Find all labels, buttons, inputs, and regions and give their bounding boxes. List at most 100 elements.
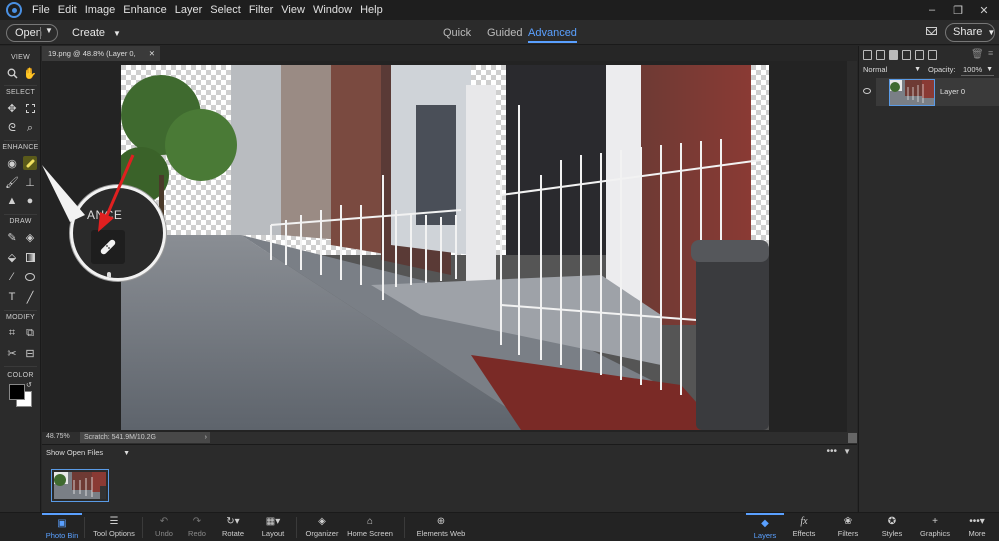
filters-label: Filters (837, 529, 859, 538)
create-button[interactable]: Create ▼ (72, 24, 121, 42)
close-tab-icon[interactable]: ✕ (149, 46, 155, 61)
hand-tool-icon[interactable]: ✋ (23, 66, 37, 80)
menu-enhance[interactable]: Enhance (119, 0, 170, 20)
paint-bucket-icon[interactable]: ⬙ (5, 250, 19, 264)
filters-button[interactable]: ❀ Filters (834, 513, 862, 541)
menu-view[interactable]: View (277, 0, 309, 20)
layer-thumbnail[interactable] (889, 79, 935, 106)
organizer-button[interactable]: ◈ Organizer (304, 513, 340, 541)
bottom-divider (404, 517, 405, 538)
adjustment-layer-icon[interactable] (889, 50, 898, 60)
share-button[interactable]: Share ▼ (945, 23, 995, 42)
eraser-tool-icon[interactable]: ◈ (23, 230, 37, 244)
scratch-info[interactable]: Scratch: 541.9M/10.2G › (80, 432, 210, 443)
menu-help[interactable]: Help (356, 0, 387, 20)
blend-mode-select[interactable]: Normal ▼ (863, 64, 921, 76)
home-screen-label: Home Screen (347, 529, 393, 538)
redo-label: Redo (188, 529, 206, 538)
minimize-button[interactable]: – (921, 2, 943, 18)
tab-quick[interactable]: Quick (443, 23, 471, 43)
marquee-tool-icon[interactable] (23, 101, 37, 115)
type-tool-icon[interactable]: T (5, 290, 19, 304)
smart-brush-icon[interactable]: 🖌 (5, 175, 19, 189)
tool-options-button[interactable]: ☰ Tool Options (90, 513, 138, 541)
chevron-down-icon: ▼ (123, 450, 131, 457)
horizontal-scroll-thumb[interactable] (848, 433, 857, 443)
layer-mask-icon[interactable] (902, 50, 911, 60)
recompose-tool-icon[interactable]: ⧉ (23, 326, 37, 340)
lasso-tool-icon[interactable]: ᘓ (5, 121, 19, 135)
delete-layer-icon[interactable]: 🗑 (971, 49, 984, 60)
zoom-level[interactable]: 48.75% (46, 433, 70, 440)
foreground-color-swatch[interactable] (9, 384, 25, 400)
home-icon: ⌂ (366, 516, 374, 527)
crop-tool-icon[interactable]: ⌗ (5, 326, 19, 340)
tool-options-label: Tool Options (93, 529, 135, 538)
layout-icon: ▦▾ (265, 516, 281, 527)
rotate-button[interactable]: ↻▾ Rotate (218, 513, 248, 541)
undo-label: Undo (155, 529, 173, 538)
collapse-bin-icon[interactable]: ▼ (843, 447, 851, 456)
effects-button[interactable]: fx Effects (790, 513, 818, 541)
layer-row[interactable]: Layer 0 (859, 78, 999, 106)
tab-guided[interactable]: Guided (487, 23, 522, 43)
elements-web-button[interactable]: ⊕ Elements Web (416, 513, 466, 541)
shape-tool-icon[interactable] (23, 270, 37, 284)
layout-button[interactable]: ▦▾ Layout (258, 513, 288, 541)
open-button[interactable]: Open ▼ (6, 24, 58, 42)
opacity-field[interactable]: 100% ▼ (961, 63, 994, 76)
panel-menu-icon[interactable]: ≡ (988, 48, 993, 58)
menu-filter[interactable]: Filter (245, 0, 277, 20)
sharpen-tool-icon[interactable]: ▲ (5, 194, 19, 208)
quick-selection-tool-icon[interactable]: ⌕ (23, 121, 37, 135)
gradient-tool-icon[interactable] (23, 250, 37, 264)
tab-advanced[interactable]: Advanced (528, 23, 577, 43)
home-screen-button[interactable]: ⌂ Home Screen (346, 513, 394, 541)
lock-transparency-icon[interactable] (928, 50, 937, 60)
mail-icon[interactable] (926, 27, 937, 35)
brush-tool-icon[interactable]: ✎ (5, 230, 19, 244)
menu-layer[interactable]: Layer (171, 0, 207, 20)
menu-edit[interactable]: Edit (54, 0, 81, 20)
layers-button[interactable]: ◆ Layers (746, 513, 784, 541)
pencil-tool-icon[interactable]: ╱ (23, 290, 37, 304)
content-aware-move-icon[interactable]: ✂ (5, 346, 19, 360)
menu-window[interactable]: Window (309, 0, 356, 20)
more-options-icon[interactable]: ••• (826, 446, 837, 457)
toolbox-divider (4, 310, 37, 311)
redo-icon: ↷ (192, 516, 202, 527)
menu-image[interactable]: Image (81, 0, 120, 20)
tool-options-icon: ☰ (109, 516, 119, 527)
redo-button[interactable]: ↷ Redo (184, 513, 210, 541)
lock-all-icon[interactable] (915, 50, 924, 60)
new-layer-icon[interactable] (863, 50, 872, 60)
red-eye-tool-icon[interactable]: ◉ (5, 156, 19, 170)
straighten-tool-icon[interactable]: ⊟ (23, 346, 37, 360)
swap-colors-icon[interactable]: ↺ (26, 381, 32, 389)
bottom-divider (296, 517, 297, 538)
restore-button[interactable]: ❐ (947, 2, 969, 18)
zoom-tool-icon[interactable] (5, 66, 19, 80)
move-tool-icon[interactable]: ✥ (5, 101, 19, 115)
open-file-thumbnail[interactable] (51, 469, 109, 502)
new-group-icon[interactable] (876, 50, 885, 60)
eyedropper-icon[interactable]: ⁄ (5, 270, 19, 284)
show-open-files-dropdown[interactable]: Show Open Files ▼ (46, 448, 130, 457)
more-button[interactable]: •••▾ More (964, 513, 990, 541)
filters-icon: ❀ (843, 516, 853, 527)
styles-icon: ✪ (887, 516, 897, 527)
menu-select[interactable]: Select (206, 0, 245, 20)
undo-button[interactable]: ↶ Undo (150, 513, 178, 541)
document-image[interactable] (121, 65, 769, 430)
effects-label: Effects (792, 529, 816, 538)
menu-file[interactable]: File (28, 0, 54, 20)
graphics-button[interactable]: + Graphics (918, 513, 952, 541)
close-button[interactable]: ✕ (973, 2, 995, 18)
document-tab[interactable]: 19.png @ 48.8% (Layer 0, RGB/8) * ✕ (42, 46, 160, 73)
vertical-scrollbar[interactable] (847, 61, 857, 443)
eye-icon[interactable] (863, 88, 871, 94)
chevron-down-icon[interactable]: ▼ (45, 26, 53, 35)
annotation-arrow-icon (98, 154, 135, 232)
photo-bin-button[interactable]: ▣ Photo Bin (42, 513, 82, 541)
styles-button[interactable]: ✪ Styles (878, 513, 906, 541)
